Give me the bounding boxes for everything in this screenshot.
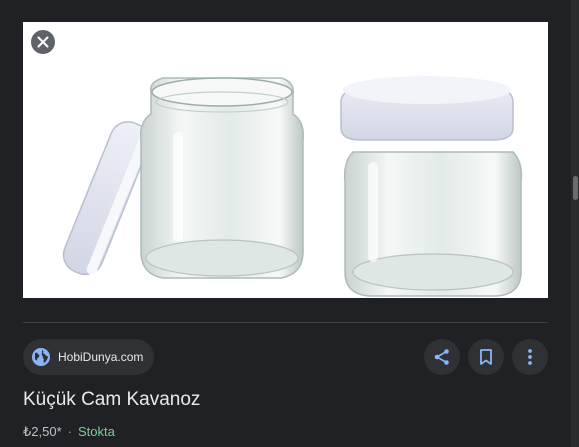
- share-button[interactable]: [424, 339, 460, 375]
- share-icon: [434, 349, 449, 365]
- product-image[interactable]: [23, 22, 548, 298]
- glass-jars-image: [23, 22, 548, 298]
- bookmark-icon: [480, 349, 492, 365]
- save-button[interactable]: [468, 339, 504, 375]
- stock-status: Stokta: [77, 424, 115, 439]
- product-preview-panel: HobiDunya.com Küçük Cam Kavanoz ₺2,50* · S…: [0, 0, 579, 447]
- more-options-button[interactable]: [512, 339, 548, 375]
- source-name: HobiDunya.com: [58, 350, 144, 364]
- close-icon: [37, 36, 49, 48]
- close-button[interactable]: [31, 30, 55, 54]
- product-price: ₺2,50*: [23, 424, 62, 439]
- separator-dot: ·: [67, 424, 72, 439]
- product-meta: ₺2,50* · Stokta: [23, 424, 115, 440]
- divider: [23, 322, 548, 323]
- more-vert-icon: [528, 349, 532, 365]
- scrollbar-track[interactable]: [571, 0, 579, 447]
- source-chip[interactable]: HobiDunya.com: [23, 339, 154, 375]
- globe-icon: [31, 347, 51, 367]
- scrollbar-thumb[interactable]: [573, 176, 578, 200]
- product-title[interactable]: Küçük Cam Kavanoz: [23, 389, 200, 411]
